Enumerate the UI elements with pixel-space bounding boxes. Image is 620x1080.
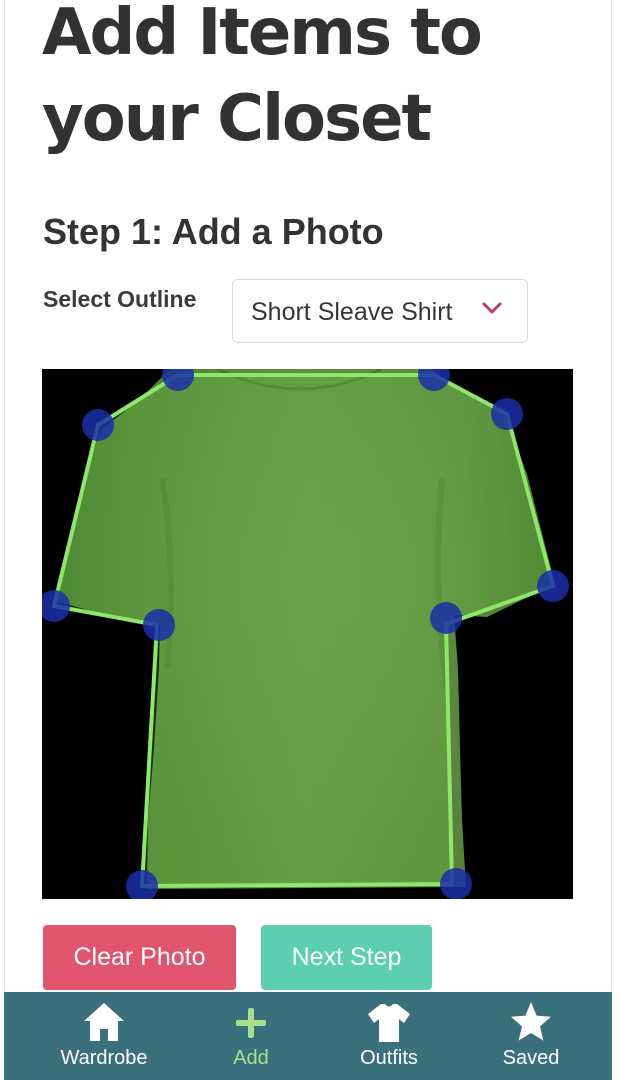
outline-handle[interactable] [143,609,175,641]
step-title: Step 1: Add a Photo [43,211,384,252]
next-step-button[interactable]: Next Step [261,925,432,990]
nav-item-saved[interactable]: Saved [476,992,586,1080]
page-title: Add Items to your Closet [42,0,562,162]
outline-label: Select Outline [43,286,197,312]
outline-handle[interactable] [537,570,569,602]
outline-handle[interactable] [430,602,462,634]
nav-label-saved: Saved [502,1047,560,1069]
nav-label-add: Add [233,1047,269,1069]
star-icon [511,1002,551,1041]
nav-label-outfits: Outfits [360,1047,418,1069]
nav-item-wardrobe[interactable]: Wardrobe [44,992,164,1080]
outline-select-value: Short Sleave Shirt [251,298,453,326]
outline-handle[interactable] [82,409,114,441]
page-title-line-1: Add Items to [42,0,483,70]
nav-label-wardrobe: Wardrobe [60,1047,148,1069]
chevron-down-icon [482,302,502,314]
bottom-nav: Wardrobe Add Outfits Saved [4,992,612,1080]
plus-icon [236,1008,266,1038]
outline-select[interactable]: Short Sleave Shirt [232,279,528,343]
outline-handle[interactable] [491,398,523,430]
shirt-icon [368,1004,410,1042]
page-title-line-2: your Closet [42,82,432,156]
clear-photo-button[interactable]: Clear Photo [43,925,236,990]
outline-handle[interactable] [440,868,472,899]
photo-canvas-svg [42,369,573,899]
nav-item-outfits[interactable]: Outfits [334,992,444,1080]
home-icon [84,1003,124,1041]
photo-canvas[interactable] [42,369,573,899]
nav-item-add[interactable]: Add [196,992,306,1080]
